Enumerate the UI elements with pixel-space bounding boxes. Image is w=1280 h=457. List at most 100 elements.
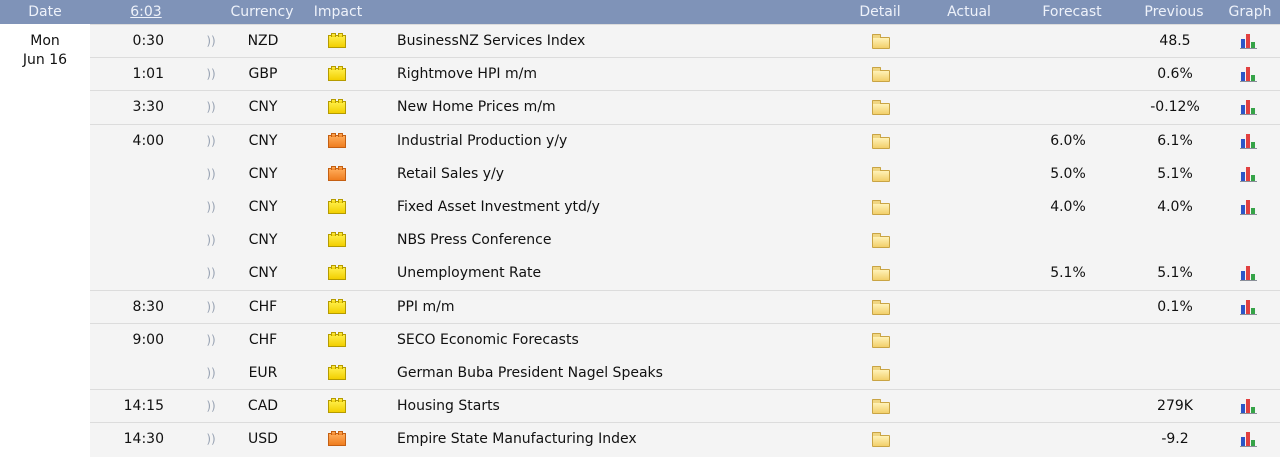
detail-folder-icon[interactable] xyxy=(872,399,890,415)
time-group: 4:00)) CNY Industrial Production y/y 6.0% 6.… xyxy=(90,123,1280,291)
low-impact-folder-icon xyxy=(328,33,346,48)
event-time xyxy=(118,257,164,290)
sound-icon[interactable]: )) xyxy=(205,324,217,357)
event-time: 9:00 xyxy=(132,331,164,348)
event-title[interactable]: Housing Starts xyxy=(397,390,817,423)
sound-icon[interactable]: )) xyxy=(205,257,217,290)
detail-folder-icon[interactable] xyxy=(872,166,890,182)
event-row[interactable]: 4:00)) CNY Industrial Production y/y 6.0% 6.… xyxy=(90,125,1280,158)
event-forecast xyxy=(1035,390,1101,423)
bar-graph-icon[interactable] xyxy=(1240,66,1258,83)
detail-folder-icon[interactable] xyxy=(872,133,890,149)
event-list: 0:30)) NZD BusinessNZ Services Index 48.5 1:… xyxy=(90,24,1280,457)
sound-icon[interactable]: )) xyxy=(205,224,217,257)
event-row[interactable]: 14:30)) USD Empire State Manufacturing Ind… xyxy=(90,423,1280,456)
event-row[interactable]: )) CNY NBS Press Conference xyxy=(90,224,1280,257)
sound-icon[interactable]: )) xyxy=(205,25,217,58)
event-row[interactable]: )) EUR German Buba President Nagel Speaks xyxy=(90,357,1280,390)
detail-folder-icon[interactable] xyxy=(872,365,890,381)
header-actual: Actual xyxy=(947,4,991,20)
detail-folder-icon[interactable] xyxy=(872,266,890,282)
sound-icon[interactable]: )) xyxy=(205,91,217,124)
event-previous: 5.1% xyxy=(1157,265,1193,282)
event-currency: CHF xyxy=(248,331,278,348)
bar-graph-icon[interactable] xyxy=(1240,431,1258,448)
low-impact-folder-icon xyxy=(328,66,346,82)
bar-graph-icon[interactable] xyxy=(1240,133,1258,149)
event-row[interactable]: )) CNY Retail Sales y/y 5.0% 5.1% xyxy=(90,158,1280,191)
medium-impact-folder-icon xyxy=(328,431,346,447)
medium-impact-folder-icon xyxy=(328,165,346,181)
bar-graph-icon[interactable] xyxy=(1240,299,1258,315)
detail-folder-icon[interactable] xyxy=(872,233,890,249)
detail-folder-icon[interactable] xyxy=(872,299,890,315)
event-title[interactable]: New Home Prices m/m xyxy=(397,91,817,124)
event-title[interactable]: SECO Economic Forecasts xyxy=(397,324,817,357)
detail-folder-icon[interactable] xyxy=(872,67,890,83)
sound-icon[interactable]: )) xyxy=(205,390,217,423)
event-row[interactable]: )) CNY Unemployment Rate 5.1% 5.1% xyxy=(90,257,1280,290)
event-currency: EUR xyxy=(248,364,278,381)
detail-folder-icon[interactable] xyxy=(872,34,890,49)
event-time: 14:30 xyxy=(123,431,164,448)
event-row[interactable]: 1:01)) GBP Rightmove HPI m/m 0.6% xyxy=(90,58,1280,91)
sound-icon[interactable]: )) xyxy=(205,357,217,390)
sound-icon[interactable]: )) xyxy=(205,58,217,91)
event-row[interactable]: 0:30)) NZD BusinessNZ Services Index 48.5 xyxy=(90,25,1280,58)
event-currency: CNY xyxy=(248,132,278,149)
event-title[interactable]: Fixed Asset Investment ytd/y xyxy=(397,191,817,224)
event-row[interactable]: 9:00)) CHF SECO Economic Forecasts xyxy=(90,324,1280,357)
time-group: 3:30)) CNY New Home Prices m/m -0.12% xyxy=(90,90,1280,125)
detail-folder-icon[interactable] xyxy=(872,199,890,215)
event-title[interactable]: Industrial Production y/y xyxy=(397,125,817,158)
header-impact: Impact xyxy=(313,4,363,20)
event-currency: CNY xyxy=(248,232,278,249)
sound-icon[interactable]: )) xyxy=(205,423,217,456)
event-previous: -9.2 xyxy=(1161,431,1189,448)
event-row[interactable]: 8:30)) CHF PPI m/m 0.1% xyxy=(90,291,1280,324)
event-title[interactable]: PPI m/m xyxy=(397,291,817,324)
date-weekday: Mon xyxy=(30,33,60,49)
bar-graph-icon[interactable] xyxy=(1240,265,1258,282)
event-forecast: 5.0% xyxy=(1050,165,1086,182)
event-currency: CHF xyxy=(248,298,278,315)
event-title[interactable]: Empire State Manufacturing Index xyxy=(397,423,817,456)
event-previous: 279K xyxy=(1157,398,1193,415)
event-row[interactable]: 14:15)) CAD Housing Starts 279K xyxy=(90,390,1280,423)
bar-graph-icon[interactable] xyxy=(1240,33,1258,49)
calendar-header: Date 6:03 Currency Impact Detail Actual … xyxy=(0,0,1280,24)
low-impact-folder-icon xyxy=(328,99,346,115)
event-title[interactable]: NBS Press Conference xyxy=(397,224,817,257)
bar-graph-icon[interactable] xyxy=(1240,99,1258,116)
bar-graph-icon[interactable] xyxy=(1240,166,1258,182)
event-previous: 48.5 xyxy=(1159,33,1191,49)
sound-icon[interactable]: )) xyxy=(205,291,217,324)
detail-folder-icon[interactable] xyxy=(872,100,890,116)
event-title[interactable]: Unemployment Rate xyxy=(397,257,817,290)
detail-folder-icon[interactable] xyxy=(872,432,890,448)
bar-graph-icon[interactable] xyxy=(1240,199,1258,215)
detail-folder-icon[interactable] xyxy=(872,332,890,348)
time-group: 8:30)) CHF PPI m/m 0.1% xyxy=(90,289,1280,324)
event-currency: USD xyxy=(248,431,278,448)
event-row[interactable]: )) CNY Fixed Asset Investment ytd/y 4.0% 4.0… xyxy=(90,191,1280,224)
time-group: 9:00)) CHF SECO Economic Forecasts)) EUR Ger… xyxy=(90,322,1280,391)
event-previous: 5.1% xyxy=(1157,165,1193,182)
sound-icon[interactable]: )) xyxy=(205,191,217,224)
header-time-link[interactable]: 6:03 xyxy=(120,0,172,24)
event-currency: NZD xyxy=(247,33,279,49)
sound-icon[interactable]: )) xyxy=(205,158,217,191)
date-day: Jun 16 xyxy=(22,52,68,68)
event-title[interactable]: Retail Sales y/y xyxy=(397,158,817,191)
event-time xyxy=(118,158,164,191)
event-row[interactable]: 3:30)) CNY New Home Prices m/m -0.12% xyxy=(90,91,1280,124)
event-title[interactable]: German Buba President Nagel Speaks xyxy=(397,357,817,390)
low-impact-folder-icon xyxy=(328,198,346,214)
sound-icon[interactable]: )) xyxy=(205,125,217,158)
event-time: 3:30 xyxy=(132,99,164,116)
event-title[interactable]: BusinessNZ Services Index xyxy=(397,25,817,58)
event-title[interactable]: Rightmove HPI m/m xyxy=(397,58,817,91)
event-currency: CNY xyxy=(248,165,278,182)
event-time: 4:00 xyxy=(132,132,164,149)
bar-graph-icon[interactable] xyxy=(1240,398,1258,415)
